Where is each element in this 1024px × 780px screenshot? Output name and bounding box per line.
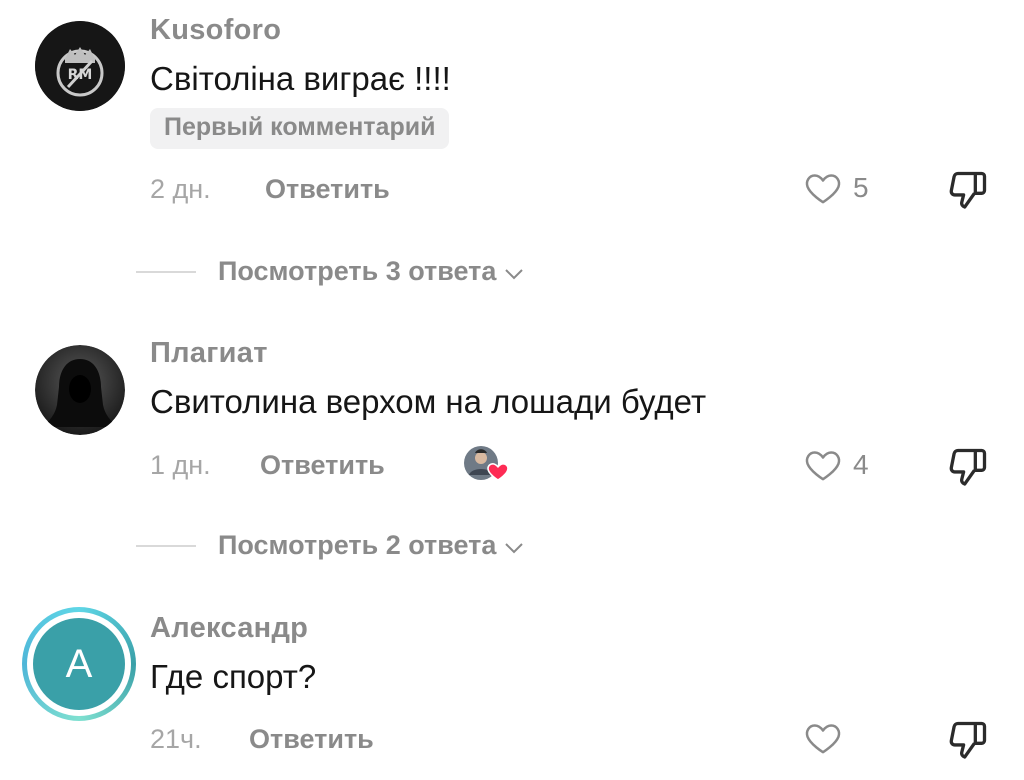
- heart-outline-icon: [805, 174, 841, 204]
- comment-text: Где спорт?: [150, 658, 317, 695]
- comment-text: Свитолина верхом на лошади будет: [150, 383, 707, 420]
- like-count: 4: [853, 449, 869, 480]
- comment-item: A Александр Где спорт? 21ч. Ответить: [0, 590, 1024, 780]
- thumbs-down-icon: [949, 448, 987, 486]
- comment-text: Світоліна виграє !!!!: [150, 60, 451, 97]
- heart-outline-icon: [805, 724, 841, 754]
- hooded-figure-icon: [35, 345, 125, 435]
- comment-timestamp: 1 дн.: [150, 450, 211, 480]
- heart-outline-icon: [805, 451, 841, 481]
- reply-button[interactable]: Ответить: [265, 174, 390, 205]
- comment-item: Плагиат Свитолина верхом на лошади будет…: [0, 320, 1024, 590]
- comments-screen: RM Kusoforo Світоліна виграє !!!! Первый…: [0, 0, 1024, 780]
- svg-text:RM: RM: [68, 67, 93, 83]
- comment-timestamp: 21ч.: [150, 724, 202, 754]
- divider-line: [136, 544, 196, 547]
- avatar[interactable]: A: [22, 607, 136, 721]
- view-replies-label: Посмотреть 3 ответа: [218, 256, 497, 286]
- comment-username[interactable]: Александр: [150, 612, 308, 645]
- avatar-initial: A: [65, 641, 93, 686]
- chevron-down-icon: [505, 268, 524, 279]
- creator-avatar-heart-icon: [464, 446, 509, 481]
- divider-line: [136, 270, 196, 273]
- view-replies-label: Посмотреть 2 ответа: [218, 530, 497, 560]
- view-replies-button[interactable]: Посмотреть 3 ответа: [136, 256, 524, 287]
- comment-item: RM Kusoforo Світоліна виграє !!!! Первый…: [0, 0, 1024, 320]
- creator-liked-indicator: [461, 443, 511, 485]
- thumbs-down-icon: [949, 171, 987, 209]
- like-button[interactable]: 5: [803, 168, 869, 208]
- first-comment-badge: Первый комментарий: [150, 108, 450, 149]
- like-button[interactable]: [803, 718, 853, 758]
- chevron-down-icon: [505, 542, 524, 553]
- comment-username[interactable]: Kusoforo: [150, 14, 281, 47]
- like-count: 5: [853, 172, 869, 203]
- reply-button[interactable]: Ответить: [260, 450, 385, 481]
- club-crest-icon: RM: [35, 21, 125, 111]
- avatar[interactable]: [35, 345, 125, 435]
- dislike-button[interactable]: [944, 445, 992, 494]
- reply-button[interactable]: Ответить: [249, 724, 374, 755]
- thumbs-down-icon: [949, 721, 987, 759]
- like-button[interactable]: 4: [803, 445, 869, 485]
- dislike-button[interactable]: [944, 718, 992, 767]
- dislike-button[interactable]: [944, 168, 992, 217]
- avatar[interactable]: RM: [35, 21, 125, 111]
- comment-timestamp: 2 дн.: [150, 174, 211, 204]
- comment-username[interactable]: Плагиат: [150, 337, 268, 370]
- view-replies-button[interactable]: Посмотреть 2 ответа: [136, 530, 524, 561]
